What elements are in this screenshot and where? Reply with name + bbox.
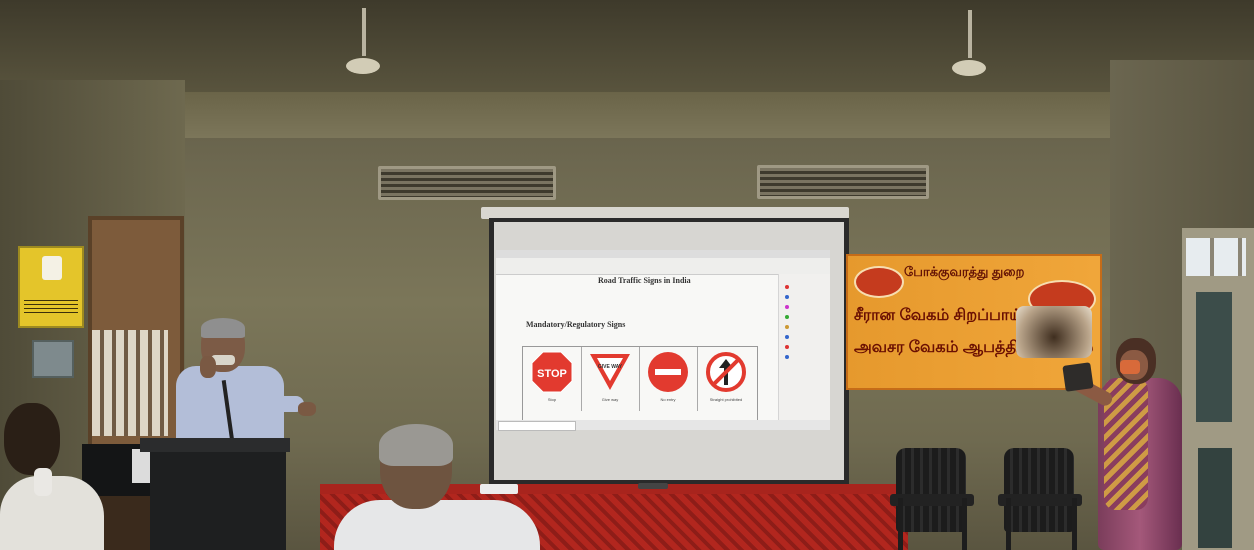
fan-rod	[362, 8, 366, 56]
portrait-icon	[42, 256, 62, 280]
presenter-hair	[201, 318, 245, 338]
banner-badge	[854, 266, 904, 298]
left-person-mask	[34, 468, 52, 496]
sign-label: Stop	[547, 397, 557, 402]
window-grill	[92, 330, 168, 436]
remote-device	[638, 483, 668, 489]
chair-leg	[962, 498, 967, 550]
straight-prohibited-sign-icon	[706, 352, 746, 392]
taskbar-search	[498, 421, 576, 431]
give-way-sign-text: GIVE WAY	[598, 364, 623, 370]
sign-label: Give way	[601, 397, 619, 402]
slide-subheading: Mandatory/Regulatory Signs	[526, 320, 626, 329]
audience-member-hair	[379, 424, 453, 466]
wall-vent	[378, 166, 556, 200]
left-person-shirt	[0, 476, 104, 550]
viewer-toolbar	[496, 258, 830, 275]
door-glass	[1186, 238, 1246, 276]
stop-sign-text: STOP	[537, 368, 567, 380]
chair	[896, 448, 966, 532]
switchboard	[32, 340, 74, 378]
ceiling-fan-icon	[952, 60, 986, 76]
chair-leg	[898, 498, 903, 550]
sign-cell: Straight prohibited	[697, 347, 755, 411]
ceiling-beam	[175, 92, 1115, 138]
sign-label: No entry	[660, 397, 676, 402]
projector-device	[480, 484, 518, 494]
chair-leg	[1006, 498, 1011, 550]
banner-photo	[1016, 306, 1092, 358]
audience-member-shirt	[334, 500, 540, 550]
ceiling-fan-icon	[346, 58, 380, 74]
notice-board	[18, 246, 84, 328]
slide-heading: Road Traffic Signs in India	[598, 276, 691, 285]
projected-slide: Road Traffic Signs in India Mandatory/Re…	[496, 250, 830, 422]
sign-table: STOP Stop GIVE WAY Give way No entry Str…	[522, 346, 758, 422]
door-panel	[1198, 448, 1232, 548]
banner-title: போக்குவரத்து துறை	[904, 264, 1025, 279]
door-panel	[1196, 292, 1232, 422]
stop-sign-icon: STOP	[531, 351, 573, 393]
no-entry-sign-icon	[648, 352, 688, 392]
sign-cell: GIVE WAY Give way	[581, 347, 640, 411]
notice-text-lines	[24, 300, 78, 316]
wall-vent	[757, 165, 929, 199]
held-sign	[1062, 362, 1094, 392]
monitor-screen	[132, 449, 152, 483]
woman-mask	[1120, 360, 1140, 374]
podium	[150, 440, 286, 550]
taskbar	[496, 420, 830, 431]
presenter-hand	[200, 356, 216, 378]
left-person-head	[4, 403, 60, 475]
fan-rod	[968, 10, 972, 58]
sign-cell: No entry	[639, 347, 698, 411]
give-way-sign-icon: GIVE WAY	[590, 354, 630, 390]
ceiling	[0, 0, 1254, 100]
presenter-hand	[298, 402, 316, 416]
window-titlebar	[496, 250, 830, 258]
sign-cell: STOP Stop	[523, 347, 582, 411]
chair	[1004, 448, 1074, 532]
chair-leg	[1072, 498, 1077, 550]
classroom-scene: Road Traffic Signs in India Mandatory/Re…	[0, 0, 1254, 550]
viewer-side-panel	[778, 274, 830, 422]
podium-top	[140, 438, 290, 452]
sign-label: Straight prohibited	[709, 397, 743, 402]
